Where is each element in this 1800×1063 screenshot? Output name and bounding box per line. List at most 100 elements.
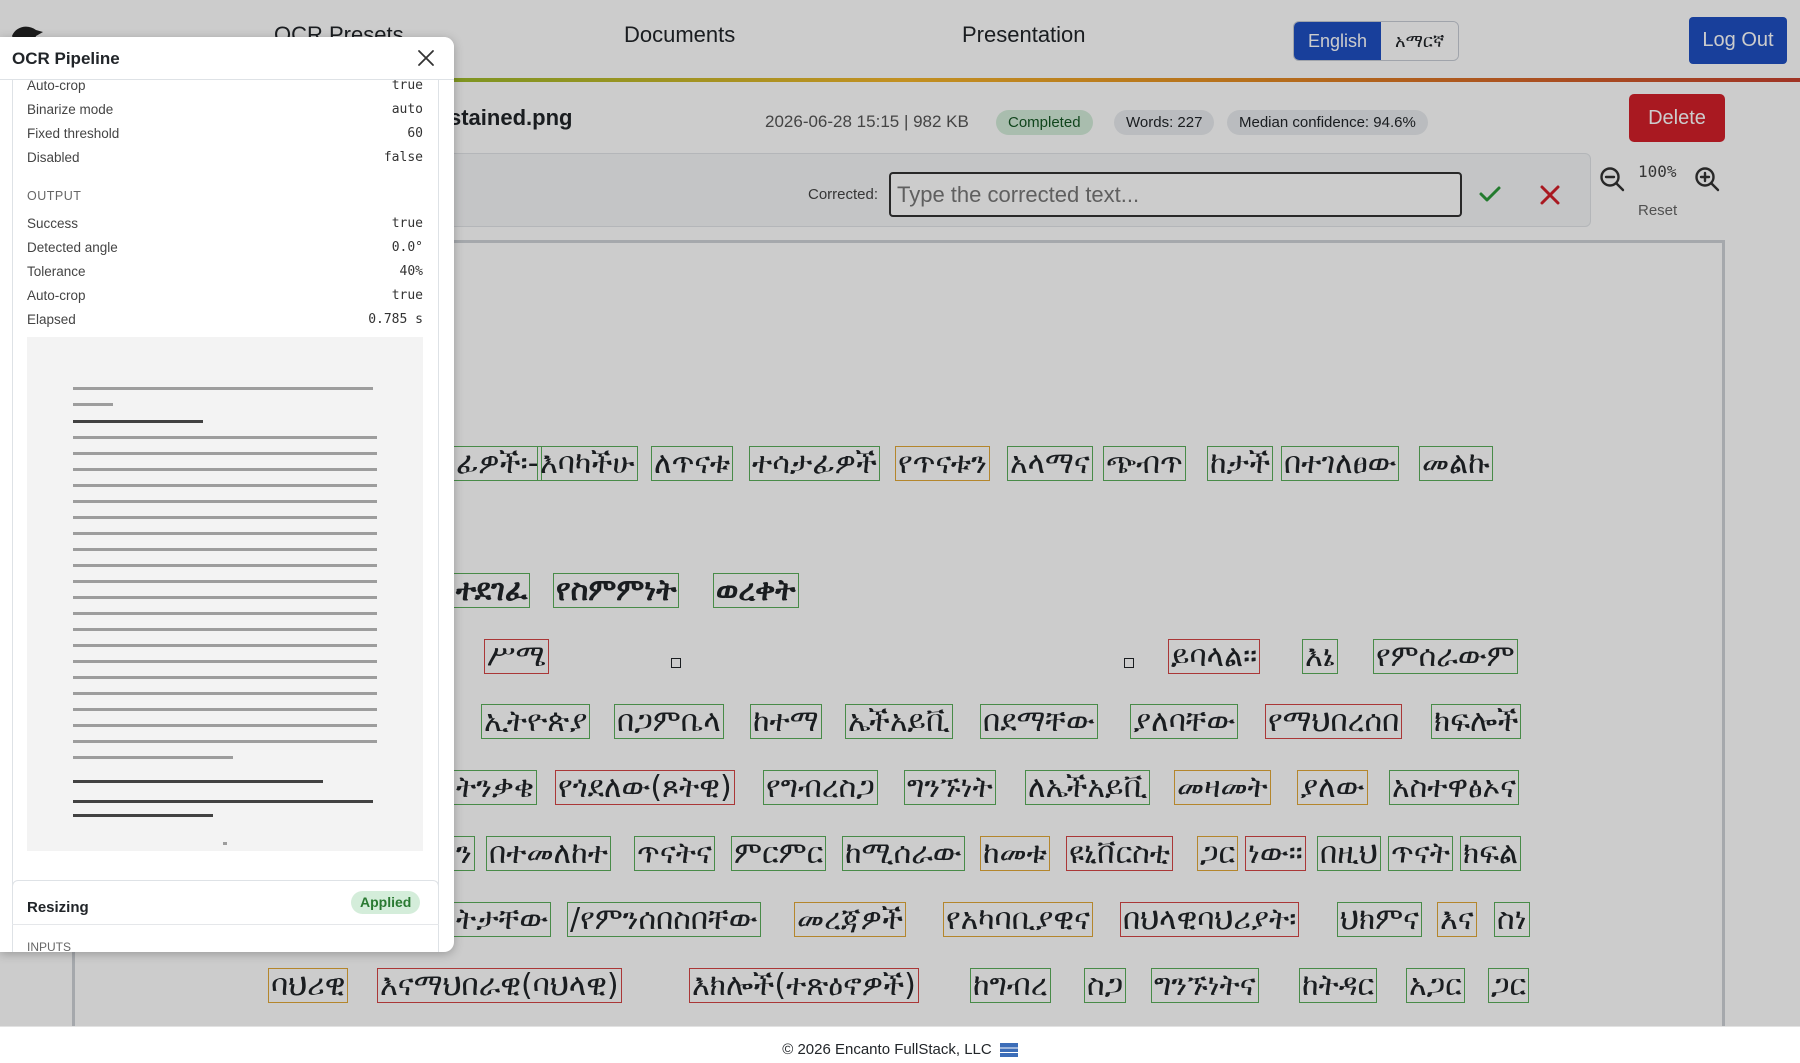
ocr-word[interactable]: ስነ (1494, 902, 1530, 937)
ocr-word[interactable]: ፊዎች፡- (453, 446, 542, 481)
ocr-word[interactable]: ተደገፈ (453, 573, 531, 608)
resizing-title[interactable]: Resizing (27, 899, 89, 916)
confidence-badge: Median confidence: 94.6% (1227, 110, 1428, 135)
ocr-word[interactable]: የስምምነት (553, 573, 680, 608)
ocr-word[interactable]: እክሎች(ተጽዕኖዎች) (689, 968, 919, 1003)
ocr-word[interactable]: ወረቀት (713, 573, 799, 608)
param-row: Auto-crop true (27, 78, 423, 93)
zoom-reset-button[interactable]: Reset (1638, 202, 1677, 219)
ocr-pipeline-panel: Auto-crop true Binarize mode auto Fixed th… (0, 37, 454, 952)
word-count-badge: Words: 227 (1114, 110, 1215, 135)
output-row: Tolerance 40% (27, 264, 423, 279)
ocr-noise-box[interactable] (671, 658, 681, 668)
ocr-word[interactable]: ግንኙነት (904, 770, 996, 805)
ocr-word[interactable]: የግብረስጋ (763, 770, 878, 805)
language-toggle: English አማርኛ (1293, 21, 1460, 61)
ocr-word[interactable]: በህላዊባህሪያት፡ (1120, 902, 1300, 937)
ocr-word[interactable]: ያለው (1297, 770, 1368, 805)
nav-presentation[interactable]: Presentation (962, 22, 1086, 48)
ocr-word[interactable]: ለኤችአይቪ (1025, 770, 1151, 805)
ocr-word[interactable]: ን (453, 836, 475, 871)
ocr-word[interactable]: ከመቱ (980, 836, 1050, 871)
ocr-noise-box[interactable] (1124, 658, 1134, 668)
output-row: Elapsed 0.785 s (27, 312, 423, 327)
zoom-in-icon[interactable] (1693, 165, 1721, 193)
param-row: Disabled false (27, 150, 423, 165)
applied-badge: Applied (351, 891, 421, 914)
ocr-word[interactable]: በጋምቤላ (614, 704, 724, 739)
ocr-word[interactable]: /የምንሰበስበቸው (567, 902, 761, 937)
ocr-word[interactable]: ነው። (1245, 836, 1306, 871)
ocr-word[interactable]: ከትዳር (1299, 968, 1378, 1003)
ocr-word[interactable]: ለጥናቱ (651, 446, 734, 481)
zoom-out-icon[interactable] (1598, 165, 1626, 193)
ocr-word[interactable]: ትታቸው (453, 902, 552, 937)
ocr-word[interactable]: የጎደለው(ጾትዊ) (555, 770, 735, 805)
ocr-word[interactable]: መረጃዎች (794, 902, 907, 937)
ocr-word[interactable]: ጋር (1197, 836, 1239, 871)
ocr-word[interactable]: ተሳታፊዎች (749, 446, 880, 481)
ocr-word[interactable]: ክፍሎች (1431, 704, 1522, 739)
ocr-word[interactable]: መልኩ (1419, 446, 1493, 481)
ocr-word[interactable]: አጋር (1406, 968, 1465, 1003)
ocr-word[interactable]: ዩኒቨርስቲ (1066, 836, 1174, 871)
ocr-word[interactable]: ትንቃቄ (453, 770, 538, 805)
check-icon[interactable] (1476, 180, 1504, 208)
ocr-word[interactable]: ኢትዮጵያ (481, 704, 591, 739)
nav-documents[interactable]: Documents (624, 22, 735, 48)
param-row: Fixed threshold 60 (27, 126, 423, 141)
ocr-word[interactable]: ይባላል። (1168, 639, 1261, 674)
ocr-word[interactable]: የአካባቢያዊና (943, 902, 1093, 937)
zoom-level: 100% (1638, 162, 1677, 181)
ocr-word[interactable]: ስጋ (1084, 968, 1127, 1003)
ocr-word[interactable]: እኔ (1302, 639, 1338, 674)
ocr-word[interactable]: ኤችአይቪ (845, 704, 953, 739)
document-title: stained.png (449, 105, 573, 130)
ocr-word[interactable]: ያለባቸው (1130, 704, 1239, 739)
ocr-word[interactable]: ከሚሰራው (842, 836, 965, 871)
ocr-word[interactable]: የማህበረሰበ (1265, 704, 1403, 739)
ocr-word[interactable]: ባህሪዊ (268, 968, 349, 1003)
output-section-title: OUTPUT (27, 189, 82, 203)
ocr-word[interactable]: የምሰራውም (1373, 639, 1518, 674)
close-icon[interactable] (1537, 182, 1563, 208)
lang-english-button[interactable]: English (1294, 22, 1382, 60)
ocr-word[interactable]: እና (1437, 902, 1477, 937)
ocr-word[interactable]: ከተማ (750, 704, 822, 739)
app-root: OCR Presets Documents Presentation Engli… (0, 0, 1800, 1063)
ocr-word[interactable]: አስተዋፅኦና (1389, 770, 1520, 805)
ocr-word[interactable]: ምርምር (731, 836, 827, 871)
divider (12, 924, 439, 925)
server-icon (999, 1043, 1018, 1058)
corrected-text-input[interactable] (889, 172, 1462, 217)
ocr-word[interactable]: ጥናትና (634, 836, 715, 871)
ocr-word[interactable]: ክፍል (1460, 836, 1522, 871)
ocr-word[interactable]: ከታች (1207, 446, 1274, 481)
delete-button[interactable]: Delete (1629, 94, 1725, 142)
ocr-word[interactable]: በዚህ (1317, 836, 1381, 871)
ocr-word[interactable]: ህክምና (1337, 902, 1423, 937)
panel-header: OCR Pipeline (0, 37, 454, 80)
footer: © 2026 Encanto FullStack, LLC (0, 1026, 1800, 1063)
ocr-word[interactable]: እባካችሁ (537, 446, 638, 481)
ocr-word[interactable]: በደማቸው (980, 704, 1098, 739)
inputs-section-title: INPUTS (27, 940, 72, 952)
ocr-word[interactable]: ግንኙነትና (1151, 968, 1259, 1003)
ocr-word[interactable]: የጥናቱን (895, 446, 990, 481)
lang-amharic-button[interactable]: አማርኛ (1381, 22, 1459, 60)
close-icon[interactable] (416, 48, 436, 68)
ocr-word[interactable]: ጋር (1488, 968, 1530, 1003)
ocr-word[interactable]: በተመለከተ (486, 836, 611, 871)
footer-copyright: © 2026 Encanto FullStack, LLC (782, 1041, 992, 1058)
logout-button[interactable]: Log Out (1689, 17, 1787, 64)
ocr-word[interactable]: ጭብጥ (1103, 446, 1186, 481)
output-preview-image[interactable] (27, 337, 423, 851)
ocr-word[interactable]: እናማህበራዊ(ባህላዊ) (377, 968, 622, 1003)
ocr-word[interactable]: ከግብረ (970, 968, 1051, 1003)
output-row: Success true (27, 216, 423, 231)
ocr-word[interactable]: በተገለፀው (1281, 446, 1400, 481)
ocr-word[interactable]: ጥናት (1388, 836, 1453, 871)
ocr-word[interactable]: መዛመት (1174, 770, 1271, 805)
ocr-word[interactable]: አላማና (1007, 446, 1093, 481)
ocr-word[interactable]: ሥሜ (484, 639, 549, 674)
